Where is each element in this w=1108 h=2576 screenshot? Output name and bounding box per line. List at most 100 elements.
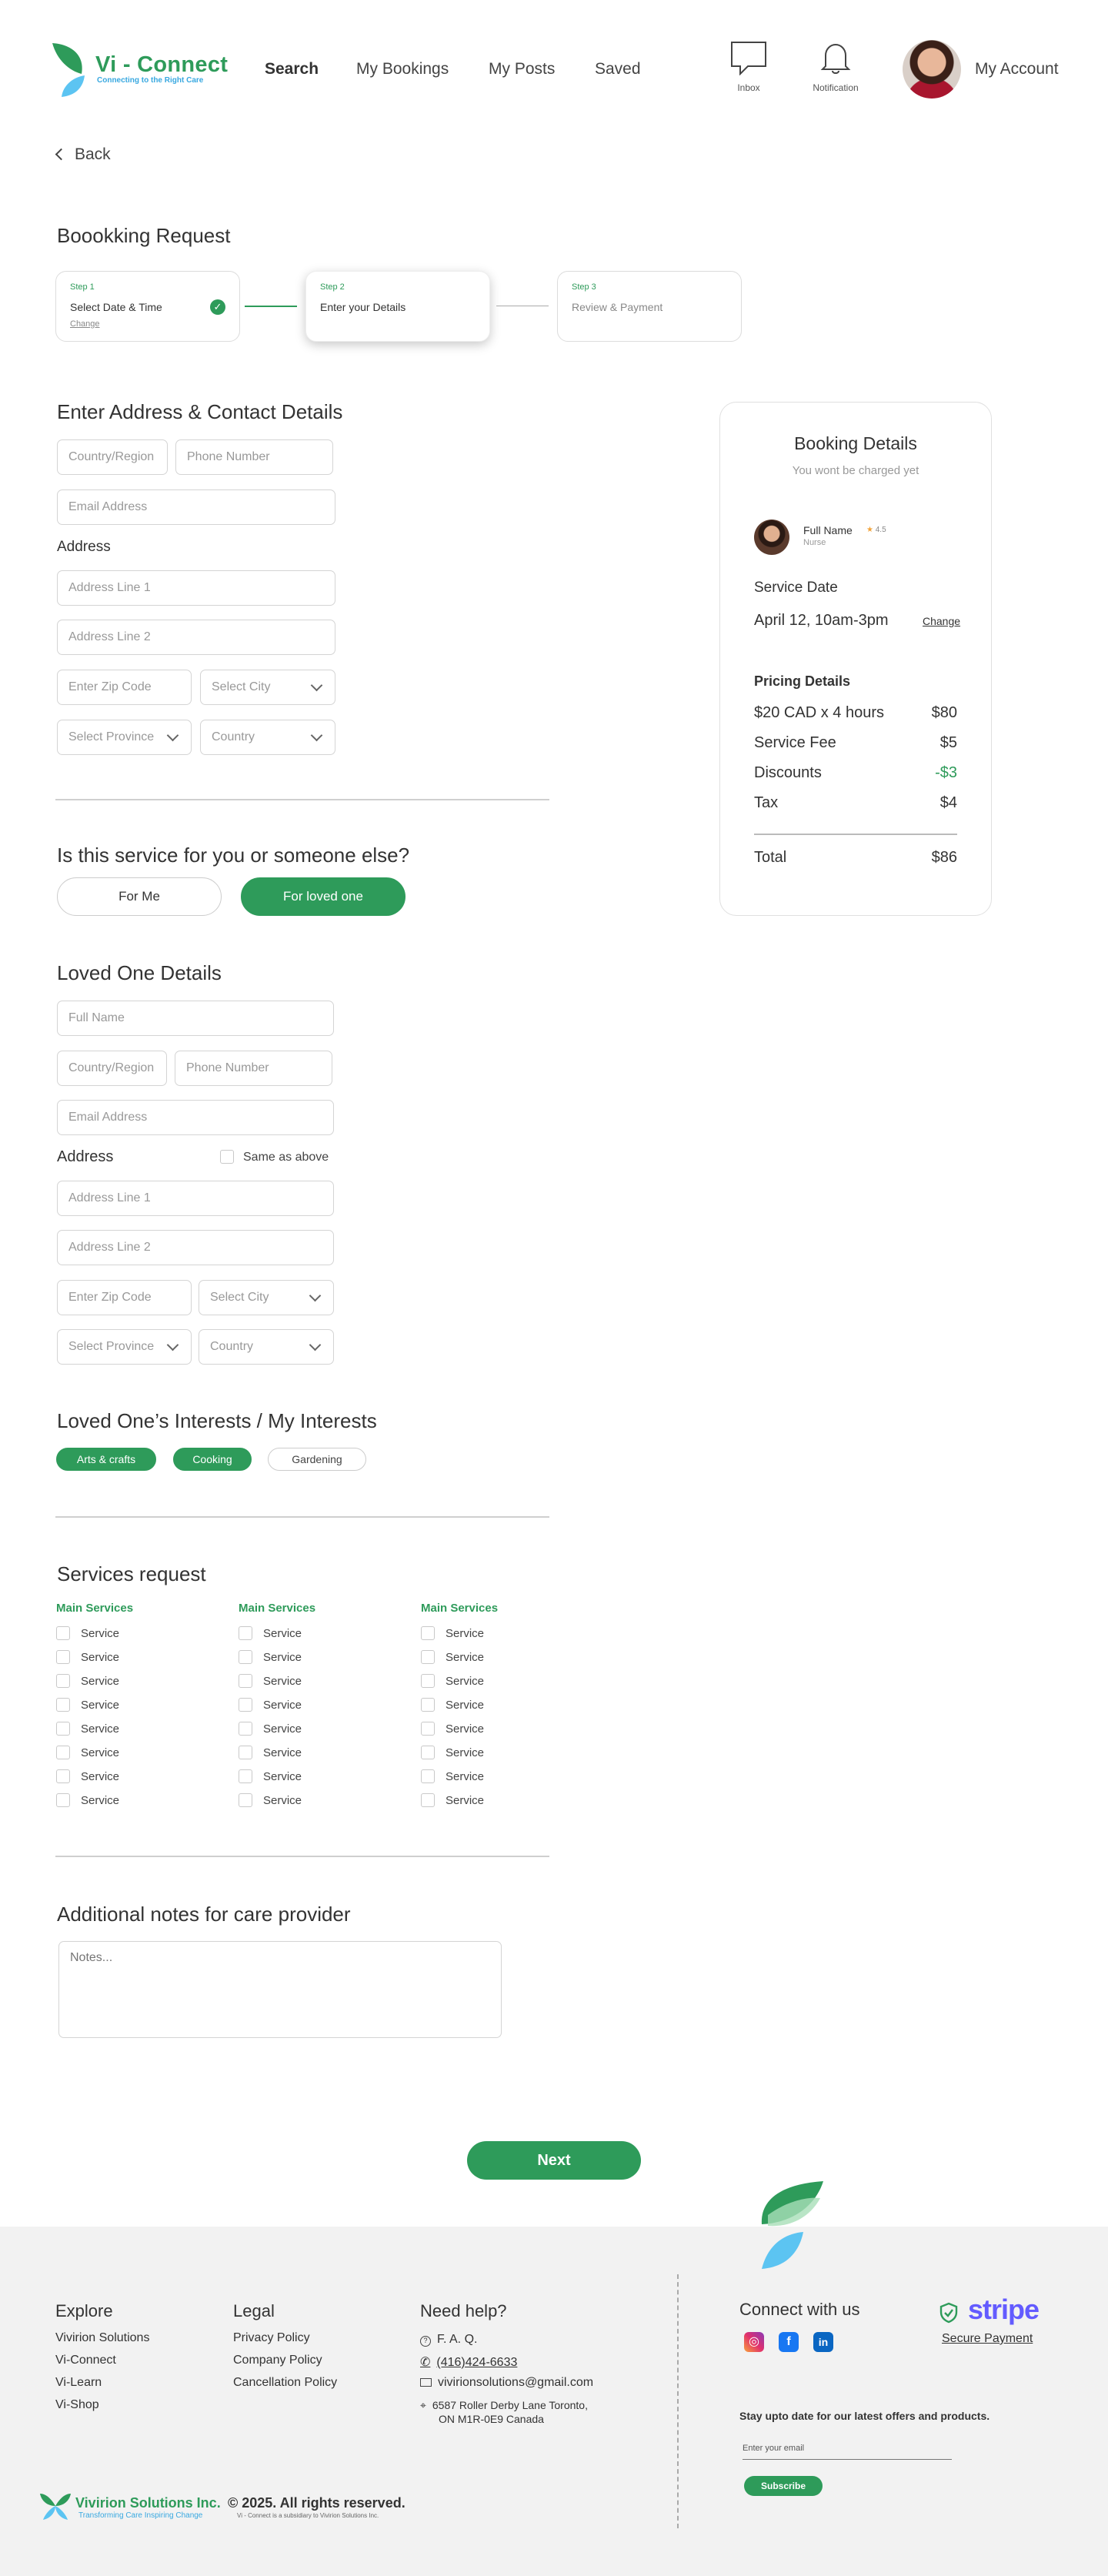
country-select[interactable]: Country — [200, 720, 335, 755]
nav-my-bookings[interactable]: My Bookings — [356, 60, 449, 79]
zip-field[interactable]: Enter Zip Code — [57, 670, 192, 705]
service-checkbox[interactable] — [56, 1650, 70, 1664]
service-checkbox[interactable] — [421, 1793, 435, 1807]
loved-one-full-name-field[interactable]: Full Name — [57, 1001, 334, 1036]
change-date-link[interactable]: Change — [923, 615, 960, 627]
loved-one-province-select[interactable]: Select Province — [57, 1329, 192, 1365]
address-line2-field[interactable]: Address Line 2 — [57, 620, 335, 655]
footer-link-cancellation[interactable]: Cancellation Policy — [233, 2376, 337, 2390]
service-checkbox[interactable] — [421, 1746, 435, 1759]
phone-field[interactable]: Phone Number — [175, 439, 333, 475]
service-label: Service — [81, 1722, 120, 1736]
logo-title: Vi - Connect — [95, 52, 229, 77]
facebook-icon[interactable]: f — [779, 2332, 799, 2352]
city-select[interactable]: Select City — [200, 670, 335, 705]
footer-link-privacy[interactable]: Privacy Policy — [233, 2331, 310, 2345]
service-label: Service — [81, 1794, 120, 1807]
service-checkbox[interactable] — [421, 1769, 435, 1783]
service-checkbox[interactable] — [421, 1650, 435, 1664]
brand-name: Vivirion Solutions Inc. — [75, 2495, 221, 2511]
service-checkbox[interactable] — [56, 1722, 70, 1736]
service-label: Service — [263, 1770, 302, 1783]
service-checkbox[interactable] — [239, 1793, 252, 1807]
service-label: Service — [263, 1627, 302, 1640]
next-button[interactable]: Next — [467, 2141, 641, 2180]
email-field[interactable]: Email Address — [57, 489, 335, 525]
step-connector — [245, 306, 297, 307]
notification-button[interactable]: Notification — [803, 40, 869, 94]
address-line1-field[interactable]: Address Line 1 — [57, 570, 335, 606]
check-icon: ✓ — [210, 299, 225, 315]
stripe-logo: stripe — [968, 2294, 1040, 2325]
newsletter-text: Stay upto date for our latest offers and… — [739, 2410, 990, 2422]
newsletter-email-input[interactable]: Enter your email — [743, 2440, 952, 2460]
service-checkbox[interactable] — [239, 1626, 252, 1640]
nav-my-posts[interactable]: My Posts — [489, 60, 555, 79]
for-loved-one-option[interactable]: For loved one — [241, 877, 405, 916]
loved-one-country-select[interactable]: Country — [199, 1329, 334, 1365]
step-change-link[interactable]: Change — [70, 319, 100, 329]
my-account-link[interactable]: My Account — [975, 60, 1059, 79]
service-checkbox[interactable] — [421, 1674, 435, 1688]
step-title: Enter your Details — [320, 301, 406, 313]
loved-one-address-line2-field[interactable]: Address Line 2 — [57, 1230, 334, 1265]
step-2[interactable]: Step 2 Enter your Details — [305, 271, 490, 342]
subscribe-button[interactable]: Subscribe — [744, 2476, 823, 2496]
chevron-left-icon — [55, 148, 68, 161]
loved-one-email-field[interactable]: Email Address — [57, 1100, 334, 1135]
footer-link-company-policy[interactable]: Company Policy — [233, 2354, 322, 2367]
service-checkbox[interactable] — [239, 1746, 252, 1759]
for-me-option[interactable]: For Me — [57, 877, 222, 916]
interest-tag-gardening[interactable]: Gardening — [268, 1448, 366, 1471]
star-icon: ★ — [866, 526, 873, 534]
loved-one-city-select[interactable]: Select City — [199, 1280, 334, 1315]
user-avatar[interactable] — [903, 40, 961, 99]
footer-faq-link[interactable]: ? F. A. Q. — [420, 2333, 477, 2347]
service-checkbox[interactable] — [239, 1674, 252, 1688]
location-pin-icon: ⌖ — [420, 2399, 426, 2411]
notes-textarea[interactable] — [58, 1941, 502, 2038]
nav-search[interactable]: Search — [265, 60, 319, 79]
price-row: Tax $4 — [754, 794, 957, 812]
footer-email-link[interactable]: vivirionsolutions@gmail.com — [420, 2376, 593, 2390]
footer-link-vi-learn[interactable]: Vi-Learn — [55, 2376, 102, 2390]
interest-tag-cooking[interactable]: Cooking — [173, 1448, 252, 1471]
loved-one-phone-field[interactable]: Phone Number — [175, 1051, 332, 1086]
same-as-above-checkbox[interactable] — [220, 1150, 234, 1164]
country-region-field[interactable]: Country/Region — [57, 439, 168, 475]
step-3[interactable]: Step 3 Review & Payment — [557, 271, 742, 342]
service-checkbox[interactable] — [56, 1626, 70, 1640]
nav-saved[interactable]: Saved — [595, 60, 641, 79]
interest-tag-arts-crafts[interactable]: Arts & crafts — [56, 1448, 156, 1471]
service-checkbox[interactable] — [239, 1722, 252, 1736]
loved-one-address-label: Address — [57, 1148, 114, 1165]
back-button[interactable]: Back — [55, 145, 111, 164]
footer-phone-link[interactable]: ✆ (416)424-6633 — [420, 2354, 517, 2370]
price-row-label: Service Fee — [754, 734, 836, 751]
price-row-value: $4 — [939, 794, 957, 811]
service-checkbox[interactable] — [239, 1698, 252, 1712]
service-checkbox[interactable] — [56, 1674, 70, 1688]
service-checkbox[interactable] — [239, 1650, 252, 1664]
booking-title: Booking Details — [794, 433, 917, 453]
province-select[interactable]: Select Province — [57, 720, 192, 755]
inbox-button[interactable]: Inbox — [727, 40, 770, 94]
service-checkbox[interactable] — [421, 1722, 435, 1736]
service-checkbox[interactable] — [56, 1746, 70, 1759]
service-checkbox[interactable] — [56, 1769, 70, 1783]
linkedin-icon[interactable]: in — [813, 2332, 833, 2352]
loved-one-zip-field[interactable]: Enter Zip Code — [57, 1280, 192, 1315]
footer-link-vi-connect[interactable]: Vi-Connect — [55, 2354, 116, 2367]
footer-link-vivirion[interactable]: Vivirion Solutions — [55, 2331, 149, 2345]
step-1[interactable]: Step 1 Select Date & Time Change ✓ — [55, 271, 240, 342]
footer-connect-heading: Connect with us — [739, 2300, 860, 2319]
loved-one-country-region-field[interactable]: Country/Region — [57, 1051, 167, 1086]
instagram-icon[interactable]: ◎ — [744, 2332, 764, 2352]
service-checkbox[interactable] — [421, 1698, 435, 1712]
service-checkbox[interactable] — [56, 1793, 70, 1807]
service-checkbox[interactable] — [239, 1769, 252, 1783]
footer-link-vi-shop[interactable]: Vi-Shop — [55, 2398, 99, 2412]
service-checkbox[interactable] — [56, 1698, 70, 1712]
loved-one-address-line1-field[interactable]: Address Line 1 — [57, 1181, 334, 1216]
service-checkbox[interactable] — [421, 1626, 435, 1640]
